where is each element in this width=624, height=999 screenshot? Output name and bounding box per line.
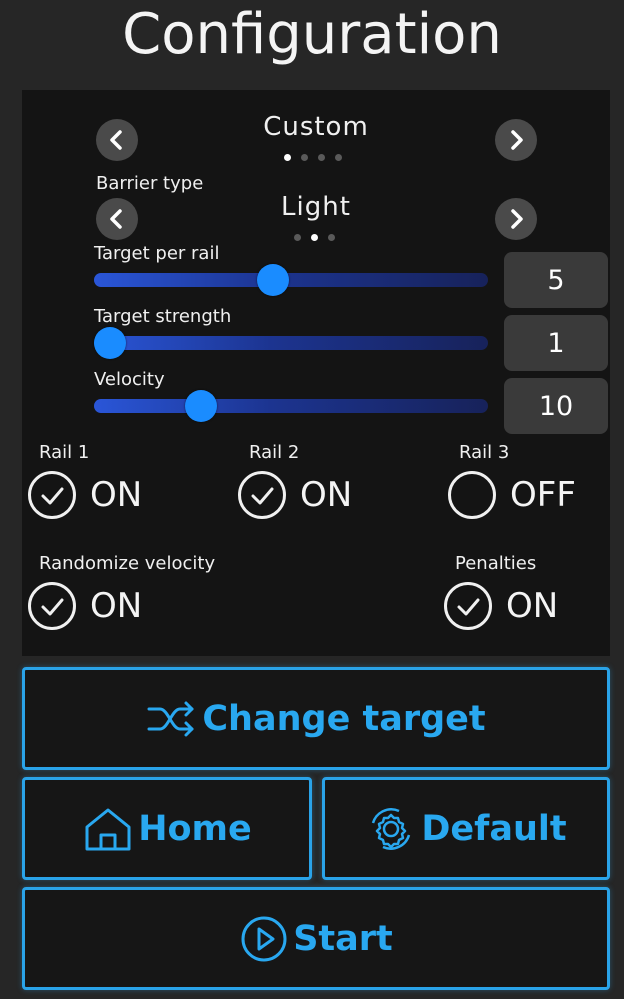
empty-circle-icon <box>448 471 496 519</box>
slider-velocity[interactable] <box>94 390 488 422</box>
rail-1-toggle[interactable]: ON <box>28 468 142 522</box>
chevron-left-icon <box>110 209 122 229</box>
chevron-right-icon <box>511 209 523 229</box>
start-label: Start <box>293 918 393 959</box>
settings-panel: Custom Barrier type Light Target per rai… <box>22 90 610 656</box>
barrier-value: Light <box>281 192 351 222</box>
gear-refresh-icon <box>365 803 417 855</box>
penalties-label: Penalties <box>455 553 537 574</box>
rail-2-state: ON <box>300 475 353 515</box>
barrier-next-button[interactable] <box>495 198 537 240</box>
change-target-label: Change target <box>202 698 486 739</box>
home-button[interactable]: Home <box>22 777 312 880</box>
slider-thumb[interactable] <box>184 390 217 422</box>
page-dot <box>284 154 291 161</box>
check-circle-icon <box>28 582 76 630</box>
chevron-left-icon <box>110 130 122 150</box>
check-circle-icon <box>444 582 492 630</box>
value-box-target-per-rail[interactable]: 5 <box>504 252 608 308</box>
penalties-state: ON <box>506 586 559 626</box>
home-label: Home <box>138 808 252 849</box>
page-title: Configuration <box>122 2 502 67</box>
page-dot <box>328 234 335 241</box>
preset-prev-button[interactable] <box>96 119 138 161</box>
rail-3-toggle[interactable]: OFF <box>448 468 576 522</box>
slider-label-target-per-rail: Target per rail <box>94 243 220 264</box>
slider-label-target-strength: Target strength <box>94 306 232 327</box>
slider-target-strength[interactable] <box>94 327 488 359</box>
page-dot <box>311 234 318 241</box>
change-target-button[interactable]: Change target <box>22 667 610 770</box>
rail-1-label: Rail 1 <box>39 442 90 463</box>
slider-thumb[interactable] <box>94 327 126 359</box>
slider-thumb[interactable] <box>256 264 289 296</box>
default-button[interactable]: Default <box>322 777 610 880</box>
value-box-velocity[interactable]: 10 <box>504 378 608 434</box>
value-box-target-strength[interactable]: 1 <box>504 315 608 371</box>
check-circle-icon <box>238 471 286 519</box>
rail-3-label: Rail 3 <box>459 442 510 463</box>
chevron-right-icon <box>511 130 523 150</box>
rail-3-state: OFF <box>510 475 576 515</box>
slider-target-per-rail[interactable] <box>94 264 488 296</box>
page-dot <box>318 154 325 161</box>
shuffle-icon <box>146 699 198 739</box>
check-circle-icon <box>28 471 76 519</box>
barrier-dots <box>294 234 335 241</box>
play-icon <box>239 914 289 964</box>
default-label: Default <box>421 808 567 849</box>
rail-1-state: ON <box>90 475 143 515</box>
rail-2-label: Rail 2 <box>249 442 300 463</box>
page-dot <box>301 154 308 161</box>
randomize-velocity-state: ON <box>90 586 143 626</box>
barrier-type-label: Barrier type <box>96 173 204 194</box>
page-dot <box>335 154 342 161</box>
page-dot <box>294 234 301 241</box>
home-icon <box>82 806 134 852</box>
rail-2-toggle[interactable]: ON <box>238 468 352 522</box>
preset-value: Custom <box>263 112 369 142</box>
slider-label-velocity: Velocity <box>94 369 165 390</box>
start-button[interactable]: Start <box>22 887 610 990</box>
penalties-toggle[interactable]: ON <box>444 579 558 633</box>
preset-dots <box>284 154 342 161</box>
barrier-prev-button[interactable] <box>96 198 138 240</box>
randomize-velocity-label: Randomize velocity <box>39 553 216 574</box>
randomize-velocity-toggle[interactable]: ON <box>28 579 142 633</box>
preset-next-button[interactable] <box>495 119 537 161</box>
